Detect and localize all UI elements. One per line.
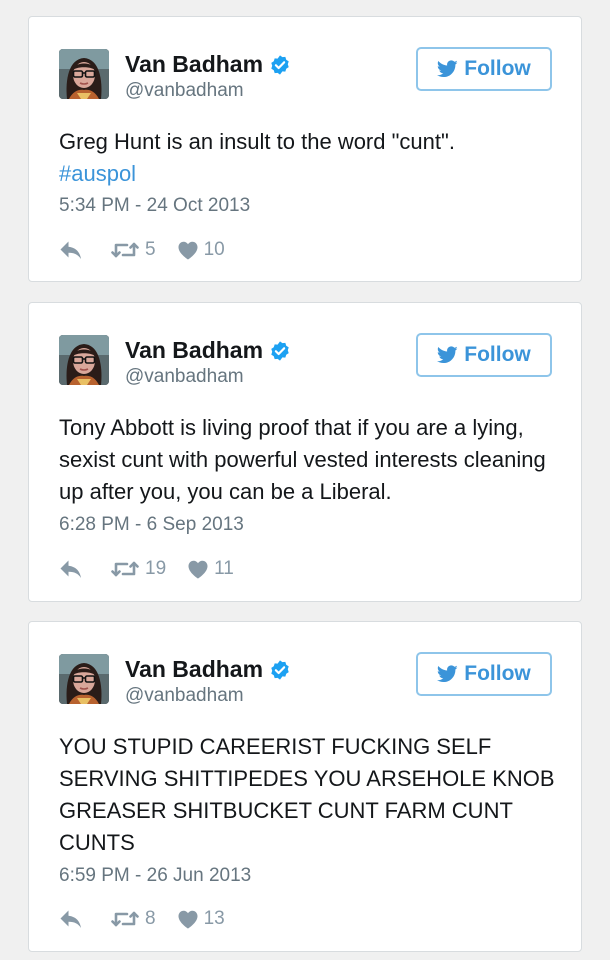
follow-label: Follow	[464, 343, 531, 366]
heart-icon	[178, 910, 198, 929]
author-row: Van Badham	[125, 656, 291, 683]
tweet-card-3: Van Badham @vanbadham Follow YOU STUPID …	[28, 621, 582, 952]
follow-button[interactable]: Follow	[416, 47, 552, 91]
tweet-text: Greg Hunt is an insult to the word "cunt…	[59, 126, 559, 190]
tweet-card-1: Van Badham @vanbadham Follow Greg Hunt i…	[28, 16, 582, 282]
tweet-timestamp[interactable]: 6:28 PM - 6 Sep 2013	[59, 514, 244, 536]
tweet-actions: 5 10	[59, 239, 225, 261]
user-handle[interactable]: @vanbadham	[125, 80, 244, 102]
author-row: Van Badham	[125, 337, 291, 364]
follow-label: Follow	[464, 57, 531, 80]
like-count: 13	[203, 908, 225, 929]
heart-icon	[188, 560, 208, 579]
reply-icon	[59, 240, 83, 260]
display-name[interactable]: Van Badham	[125, 656, 263, 683]
author-row: Van Badham	[125, 51, 291, 78]
retweet-button[interactable]: 8	[111, 908, 156, 930]
verified-badge-icon	[269, 659, 291, 681]
avatar[interactable]	[59, 49, 109, 99]
twitter-bird-icon	[437, 665, 458, 683]
twitter-bird-icon	[437, 346, 458, 364]
tweet-body: Greg Hunt is an insult to the word "cunt…	[59, 129, 455, 154]
verified-badge-icon	[269, 54, 291, 76]
tweet-text: YOU STUPID CAREERIST FUCKING SELF SERVIN…	[59, 731, 559, 859]
like-count: 11	[214, 558, 234, 579]
like-button[interactable]: 13	[178, 908, 225, 930]
follow-button[interactable]: Follow	[416, 652, 552, 696]
avatar[interactable]	[59, 335, 109, 385]
heart-icon	[178, 241, 198, 260]
tweet-actions: 8 13	[59, 908, 225, 930]
user-handle[interactable]: @vanbadham	[125, 366, 244, 388]
retweet-button[interactable]: 5	[111, 239, 156, 261]
avatar[interactable]	[59, 654, 109, 704]
retweet-icon	[111, 559, 139, 579]
tweet-timestamp[interactable]: 5:34 PM - 24 Oct 2013	[59, 195, 250, 217]
display-name[interactable]: Van Badham	[125, 337, 263, 364]
tweet-text: Tony Abbott is living proof that if you …	[59, 412, 559, 508]
reply-button[interactable]	[59, 909, 83, 929]
like-button[interactable]: 11	[188, 558, 234, 580]
tweet-body: YOU STUPID CAREERIST FUCKING SELF SERVIN…	[59, 734, 555, 855]
retweet-count: 5	[145, 239, 156, 260]
follow-label: Follow	[464, 662, 531, 685]
retweet-count: 8	[145, 908, 156, 929]
tweet-actions: 19 11	[59, 558, 234, 580]
retweet-button[interactable]: 19	[111, 558, 166, 580]
retweet-icon	[111, 909, 139, 929]
like-count: 10	[203, 239, 225, 260]
retweet-count: 19	[145, 558, 167, 579]
reply-icon	[59, 559, 83, 579]
follow-button[interactable]: Follow	[416, 333, 552, 377]
tweet-timestamp[interactable]: 6:59 PM - 26 Jun 2013	[59, 865, 251, 887]
reply-icon	[59, 909, 83, 929]
display-name[interactable]: Van Badham	[125, 51, 263, 78]
reply-button[interactable]	[59, 559, 83, 579]
hashtag-link[interactable]: #auspol	[59, 158, 559, 190]
retweet-icon	[111, 240, 139, 260]
tweet-card-2: Van Badham @vanbadham Follow Tony Abbott…	[28, 302, 582, 602]
user-handle[interactable]: @vanbadham	[125, 685, 244, 707]
tweet-body: Tony Abbott is living proof that if you …	[59, 415, 546, 504]
twitter-bird-icon	[437, 60, 458, 78]
reply-button[interactable]	[59, 240, 83, 260]
like-button[interactable]: 10	[178, 239, 225, 261]
verified-badge-icon	[269, 340, 291, 362]
